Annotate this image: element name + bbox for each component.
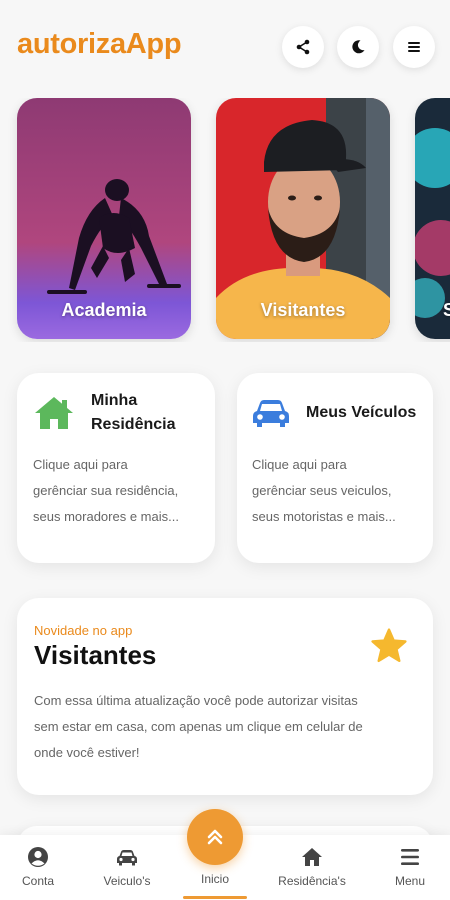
story-visitantes[interactable]: Visitantes bbox=[216, 98, 390, 339]
news-text: Com essa última atualização você pode au… bbox=[34, 688, 409, 766]
residencia-desc-line3: seus moradores e mais... bbox=[33, 509, 179, 524]
veiculos-desc-line2: gerênciar seus veiculos, bbox=[252, 483, 392, 498]
nav-label: Veiculo's bbox=[103, 874, 151, 888]
story-label: Academia bbox=[61, 300, 147, 320]
stories-carousel[interactable]: Academia Visitantes S bbox=[0, 98, 450, 342]
residencia-desc-line1: Clique aqui para bbox=[33, 457, 128, 472]
veiculos-desc-line3: seus motoristas e mais... bbox=[252, 509, 396, 524]
veiculos-card[interactable]: Meus Veículos Clique aqui para gerênciar… bbox=[237, 373, 433, 563]
story-label: S bbox=[443, 300, 450, 320]
residencia-card[interactable]: Minha Residência Clique aqui para gerênc… bbox=[17, 373, 215, 563]
star-icon bbox=[371, 628, 407, 663]
residencia-desc-line2: gerênciar sua residência, bbox=[33, 483, 179, 498]
residencia-title-line1: Minha bbox=[91, 392, 138, 409]
user-icon bbox=[28, 847, 48, 867]
car-icon bbox=[253, 400, 289, 427]
nav-item-conta[interactable]: Conta bbox=[13, 835, 63, 900]
car-icon bbox=[117, 850, 137, 866]
menu-icon bbox=[408, 42, 420, 52]
active-tab-indicator bbox=[183, 896, 247, 899]
veiculos-title: Meus Veículos bbox=[306, 404, 417, 421]
news-eyebrow: Novidade no app bbox=[34, 623, 133, 638]
share-icon bbox=[296, 39, 310, 55]
residencia-title-line2: Residência bbox=[91, 416, 176, 433]
story-academia[interactable]: Academia bbox=[17, 98, 191, 339]
share-button[interactable] bbox=[282, 26, 324, 68]
house-icon bbox=[302, 848, 322, 866]
nav-item-residencias[interactable]: Residência's bbox=[272, 835, 352, 900]
app-title: autorizaApp bbox=[17, 28, 182, 60]
story-label: Visitantes bbox=[260, 300, 346, 320]
nav-item-menu[interactable]: Menu bbox=[385, 835, 435, 900]
nav-item-veiculos[interactable]: Veiculo's bbox=[97, 835, 157, 900]
nav-item-inicio-button[interactable] bbox=[187, 809, 243, 865]
veiculos-desc-line1: Clique aqui para bbox=[252, 457, 347, 472]
menu-button[interactable] bbox=[393, 26, 435, 68]
house-icon bbox=[35, 397, 73, 429]
nav-label-inicio: Inicio bbox=[200, 872, 229, 886]
story-third[interactable]: S bbox=[415, 98, 450, 339]
news-text-line2: sem estar em casa, com apenas um clique … bbox=[34, 719, 363, 734]
moon-icon bbox=[352, 40, 365, 54]
menu-icon bbox=[401, 849, 419, 865]
news-text-line3: onde você estiver! bbox=[34, 745, 140, 760]
app-header: autorizaApp bbox=[0, 0, 450, 92]
news-title: Visitantes bbox=[34, 640, 157, 670]
nav-label: Menu bbox=[394, 874, 426, 888]
news-text-line1: Com essa última atualização você pode au… bbox=[34, 693, 358, 708]
news-card[interactable]: Novidade no app Visitantes Com essa últi… bbox=[17, 598, 433, 795]
theme-toggle-button[interactable] bbox=[337, 26, 379, 68]
nav-label: Residência's bbox=[278, 874, 346, 888]
nav-label: Conta bbox=[21, 874, 55, 888]
chevrons-up-icon bbox=[207, 829, 223, 845]
